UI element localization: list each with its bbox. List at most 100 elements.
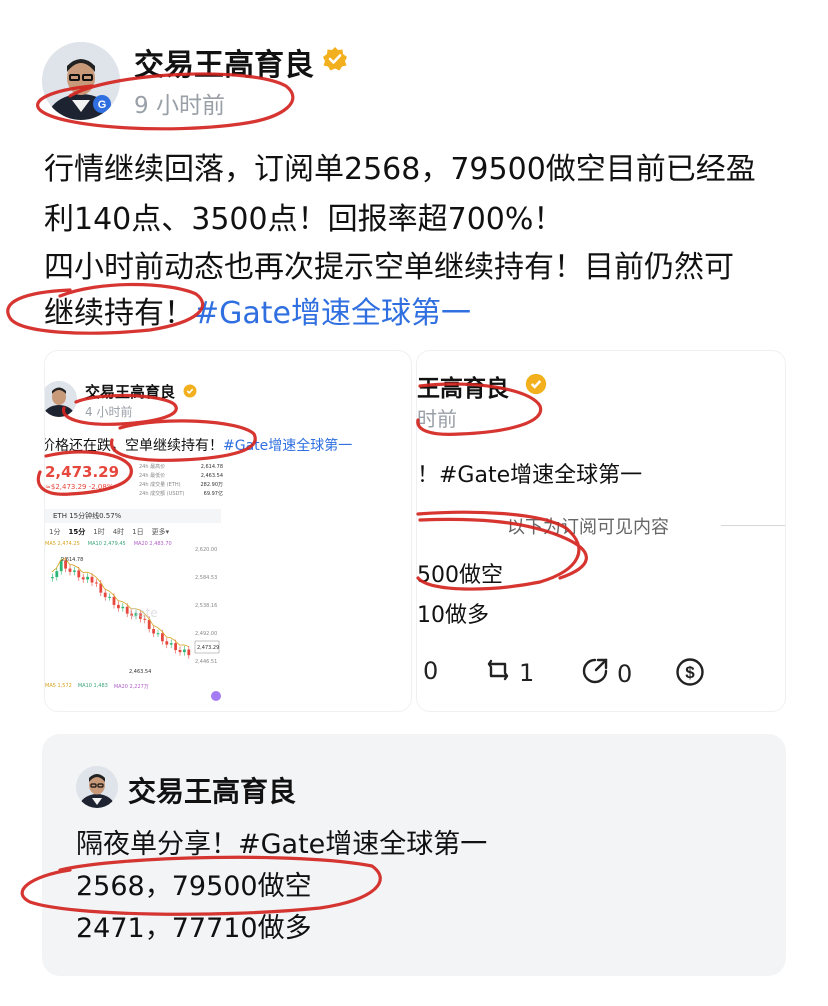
svg-text:G: G [98, 99, 107, 111]
mini-interval-tab: 1日 [132, 528, 144, 536]
mini-verified-icon [183, 383, 197, 398]
like-button[interactable]: 0 [581, 657, 632, 691]
mini-post-text: 价格还在跌，空单继续持有！#Gate增速全球第一 [44, 435, 353, 455]
mini-axis-tick: 2,538.16 [195, 603, 218, 609]
mini-candle [169, 643, 173, 645]
mini-info-label: 24h 成交量 (ETH) [139, 482, 181, 488]
mini-candle [103, 592, 107, 598]
post-hashtag-link[interactable]: #Gate增速全球第一 [194, 296, 471, 331]
subscription-divider-label: 以下为订阅可见内容 [507, 517, 669, 538]
mini-candle [51, 577, 54, 579]
mini-ma-label: MA10 2,479.45 [87, 541, 126, 547]
mini-bubble-icon [211, 691, 221, 701]
crop-author-name: 王高育良 [417, 376, 509, 402]
post-time: 9 小时前 [134, 93, 225, 119]
mini-candle [187, 649, 191, 656]
mini-info-row: 24h 最高价 2,614.78 [139, 463, 223, 472]
mini-post-time: 4 小时前 [85, 405, 133, 419]
mini-volume-label: MA10 1,483 [77, 683, 108, 689]
mini-axis-tick: 2,584.53 [195, 575, 218, 581]
mini-candle [112, 596, 116, 605]
quote-text-line-3: 2471，77710做多 [76, 913, 312, 944]
mini-info-value: 2,614.78 [200, 464, 223, 470]
quote-author-avatar[interactable] [76, 766, 118, 808]
mini-interval-tab: 更多▾ [151, 528, 170, 536]
repost-button[interactable]: 1 [485, 657, 534, 689]
mini-info-label: 24h 最低价 [139, 473, 166, 479]
mini-candle [165, 641, 169, 645]
author-avatar[interactable]: G [42, 42, 120, 120]
mini-interval-tabs: 1分 15分 1时 4时 1日 更多▾ [49, 527, 169, 537]
mini-interval-tab: 1时 [93, 528, 105, 536]
mini-candle [86, 576, 89, 580]
mini-price-sub: ≈$2,473.29 -2.08% [45, 483, 114, 491]
mini-price: 2,473.29 [45, 463, 120, 481]
mini-volume-labels: MA5 1,572 MA10 1,483 MA20 2,227万 [45, 683, 149, 690]
author-name[interactable]: 交易王高育良 [134, 40, 314, 84]
crop-post-text: ！#Gate增速全球第一 [417, 463, 643, 488]
mini-candle [77, 570, 81, 578]
mini-candle [73, 570, 76, 572]
mini-last-price-label: 2,473.29 [197, 645, 219, 651]
mini-ma-labels: MA5 2,474.25 MA10 2,479.45 MA20 2,483.70 [45, 541, 172, 547]
mini-volume-label: MA5 1,572 [45, 683, 72, 689]
mini-candle [178, 649, 182, 653]
mini-info-value: 282.90万 [200, 482, 224, 488]
comment-count-value: 0 [423, 657, 439, 685]
mini-info-label: 24h 最高价 [139, 464, 166, 470]
mini-chart-watermark: Gate [129, 606, 158, 620]
post-text-line-2: 利140点、3500点！回报率超700%！ [44, 202, 564, 237]
dollar-tip-icon[interactable]: $ [675, 657, 705, 691]
crop-row-1: 500做空 [417, 563, 503, 588]
post-image-right[interactable]: 王高育良 时前 ！#Gate增速全球第一 以下为订阅可见内容 500做空 10做… [416, 350, 786, 712]
mini-ma-line [51, 558, 189, 647]
repost-count: 1 [519, 659, 535, 687]
mini-candle [108, 596, 111, 598]
comment-count[interactable]: 0 [423, 657, 438, 685]
mini-ma-label: MA20 2,483.70 [133, 541, 172, 547]
crop-post-time: 时前 [417, 407, 457, 431]
mini-interval-tab: 1分 [49, 528, 61, 536]
mini-info-row: 24h 最低价 2,463.54 [139, 472, 223, 481]
mini-info-value: 2,463.54 [200, 473, 223, 479]
mini-interval-tab: 4时 [112, 528, 125, 536]
mini-post-hashtag: #Gate增速全球第一 [223, 438, 353, 454]
mini-avatar [45, 381, 77, 417]
crop-verified-icon [525, 373, 547, 395]
crop-row-2: 10做多 [417, 603, 489, 628]
mini-candle [161, 633, 164, 642]
mini-author-name: 交易王高育良 [85, 383, 176, 401]
mini-axis-tick: 2,620.00 [195, 547, 218, 553]
mini-candle [174, 643, 177, 650]
mini-candle [90, 576, 94, 583]
mini-candle [183, 649, 186, 653]
quote-text-line-2: 2568，79500做空 [76, 871, 312, 902]
quote-text-line-1: 隔夜单分享！#Gate增速全球第一 [76, 829, 488, 860]
mini-info-label: 24h 成交额 (USDT) [139, 491, 185, 497]
mini-candle [156, 633, 160, 635]
mini-candle [81, 577, 85, 580]
mini-candle [55, 571, 59, 578]
mini-candle [121, 606, 125, 609]
repost-icon [485, 657, 511, 689]
mini-candle [95, 582, 98, 584]
mini-low-label: 2,463.54 [129, 669, 151, 675]
subscription-divider-line [721, 525, 785, 526]
mini-candle [68, 568, 72, 572]
mini-info-row: 24h 成交额 (USDT) 69.97亿 [139, 490, 223, 499]
mini-interval-tab: 15分 [68, 528, 86, 536]
post-text-line-4-body: 继续持有！ [44, 296, 194, 331]
post-text-line-1: 行情继续回落，订阅单2568，79500做空目前已经盈 [44, 152, 756, 187]
quote-author-name[interactable]: 交易王高育良 [128, 770, 296, 810]
verified-badge-icon [322, 46, 348, 72]
mini-info-row: 24h 成交量 (ETH) 282.90万 [139, 481, 223, 490]
mini-candle [152, 628, 155, 634]
like-icon [581, 657, 609, 691]
post-text-line-4: 继续持有！#Gate增速全球第一 [44, 288, 471, 332]
mini-post-body: 价格还在跌，空单继续持有！ [44, 438, 223, 454]
post-text-line-3: 四小时前动态也再次提示空单继续持有！目前仍然可 [44, 250, 734, 285]
mini-info-value: 69.97亿 [203, 491, 223, 497]
mini-ma-label: MA5 2,474.25 [45, 541, 80, 547]
mini-info-rows: 24h 最高价 2,614.78 24h 最低价 2,463.54 24h 成交量 (E… [139, 463, 223, 499]
post-image-left[interactable]: 交易王高育良 4 小时前 价格还在跌，空单继续持有！#Gate增速全球第一 2,… [44, 350, 412, 712]
